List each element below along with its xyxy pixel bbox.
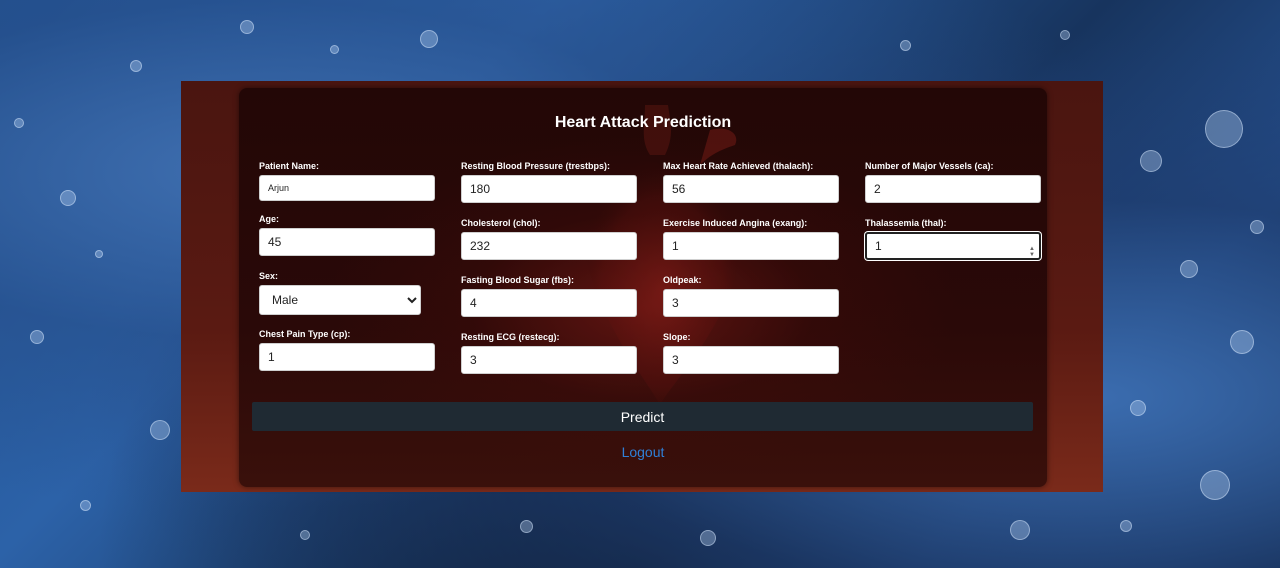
restecg-input[interactable] [461,346,637,374]
thalach-group: Max Heart Rate Achieved (thalach): [663,161,839,203]
restecg-group: Resting ECG (restecg): [461,332,637,374]
thal-label: Thalassemia (thal): [865,218,947,228]
fbs-group: Fasting Blood Sugar (fbs): [461,275,637,317]
ca-input[interactable] [865,175,1041,203]
age-label: Age: [259,214,279,224]
fbs-input[interactable] [461,289,637,317]
cp-label: Chest Pain Type (cp): [259,329,351,339]
logout-link[interactable]: Logout [239,444,1047,460]
cp-group: Chest Pain Type (cp): [259,329,435,371]
sex-select[interactable]: Male [259,285,421,315]
thalach-input[interactable] [663,175,839,203]
thal-group: Thalassemia (thal): ▲▼ [865,218,1041,260]
chol-label: Cholesterol (chol): [461,218,541,228]
slope-group: Slope: [663,332,839,374]
thal-input[interactable] [865,232,1041,260]
chol-input[interactable] [461,232,637,260]
patient-name-group: Patient Name: [259,161,435,201]
ca-label: Number of Major Vessels (ca): [865,161,994,171]
slope-label: Slope: [663,332,691,342]
sex-group: Sex: Male [259,271,421,315]
number-spinner-icon[interactable]: ▲ ▼ [1029,246,1035,258]
oldpeak-group: Oldpeak: [663,275,839,317]
predict-button[interactable]: Predict [252,402,1033,431]
age-group: Age: [259,214,435,256]
oldpeak-label: Oldpeak: [663,275,702,285]
slope-input[interactable] [663,346,839,374]
trestbps-group: Resting Blood Pressure (trestbps): [461,161,637,203]
cp-input[interactable] [259,343,435,371]
ca-group: Number of Major Vessels (ca): [865,161,1041,203]
page-title: Heart Attack Prediction [554,114,732,131]
fbs-label: Fasting Blood Sugar (fbs): [461,275,574,285]
thalach-label: Max Heart Rate Achieved (thalach): [663,161,814,171]
chol-group: Cholesterol (chol): [461,218,637,260]
age-input[interactable] [259,228,435,256]
exang-label: Exercise Induced Angina (exang): [663,218,808,228]
oldpeak-input[interactable] [663,289,839,317]
patient-name-input[interactable] [259,175,435,201]
trestbps-label: Resting Blood Pressure (trestbps): [461,161,611,171]
trestbps-input[interactable] [461,175,637,203]
exang-input[interactable] [663,232,839,260]
patient-name-label: Patient Name: [259,161,320,171]
sex-label: Sex: [259,271,279,281]
exang-group: Exercise Induced Angina (exang): [663,218,839,260]
restecg-label: Resting ECG (restecg): [461,332,560,342]
